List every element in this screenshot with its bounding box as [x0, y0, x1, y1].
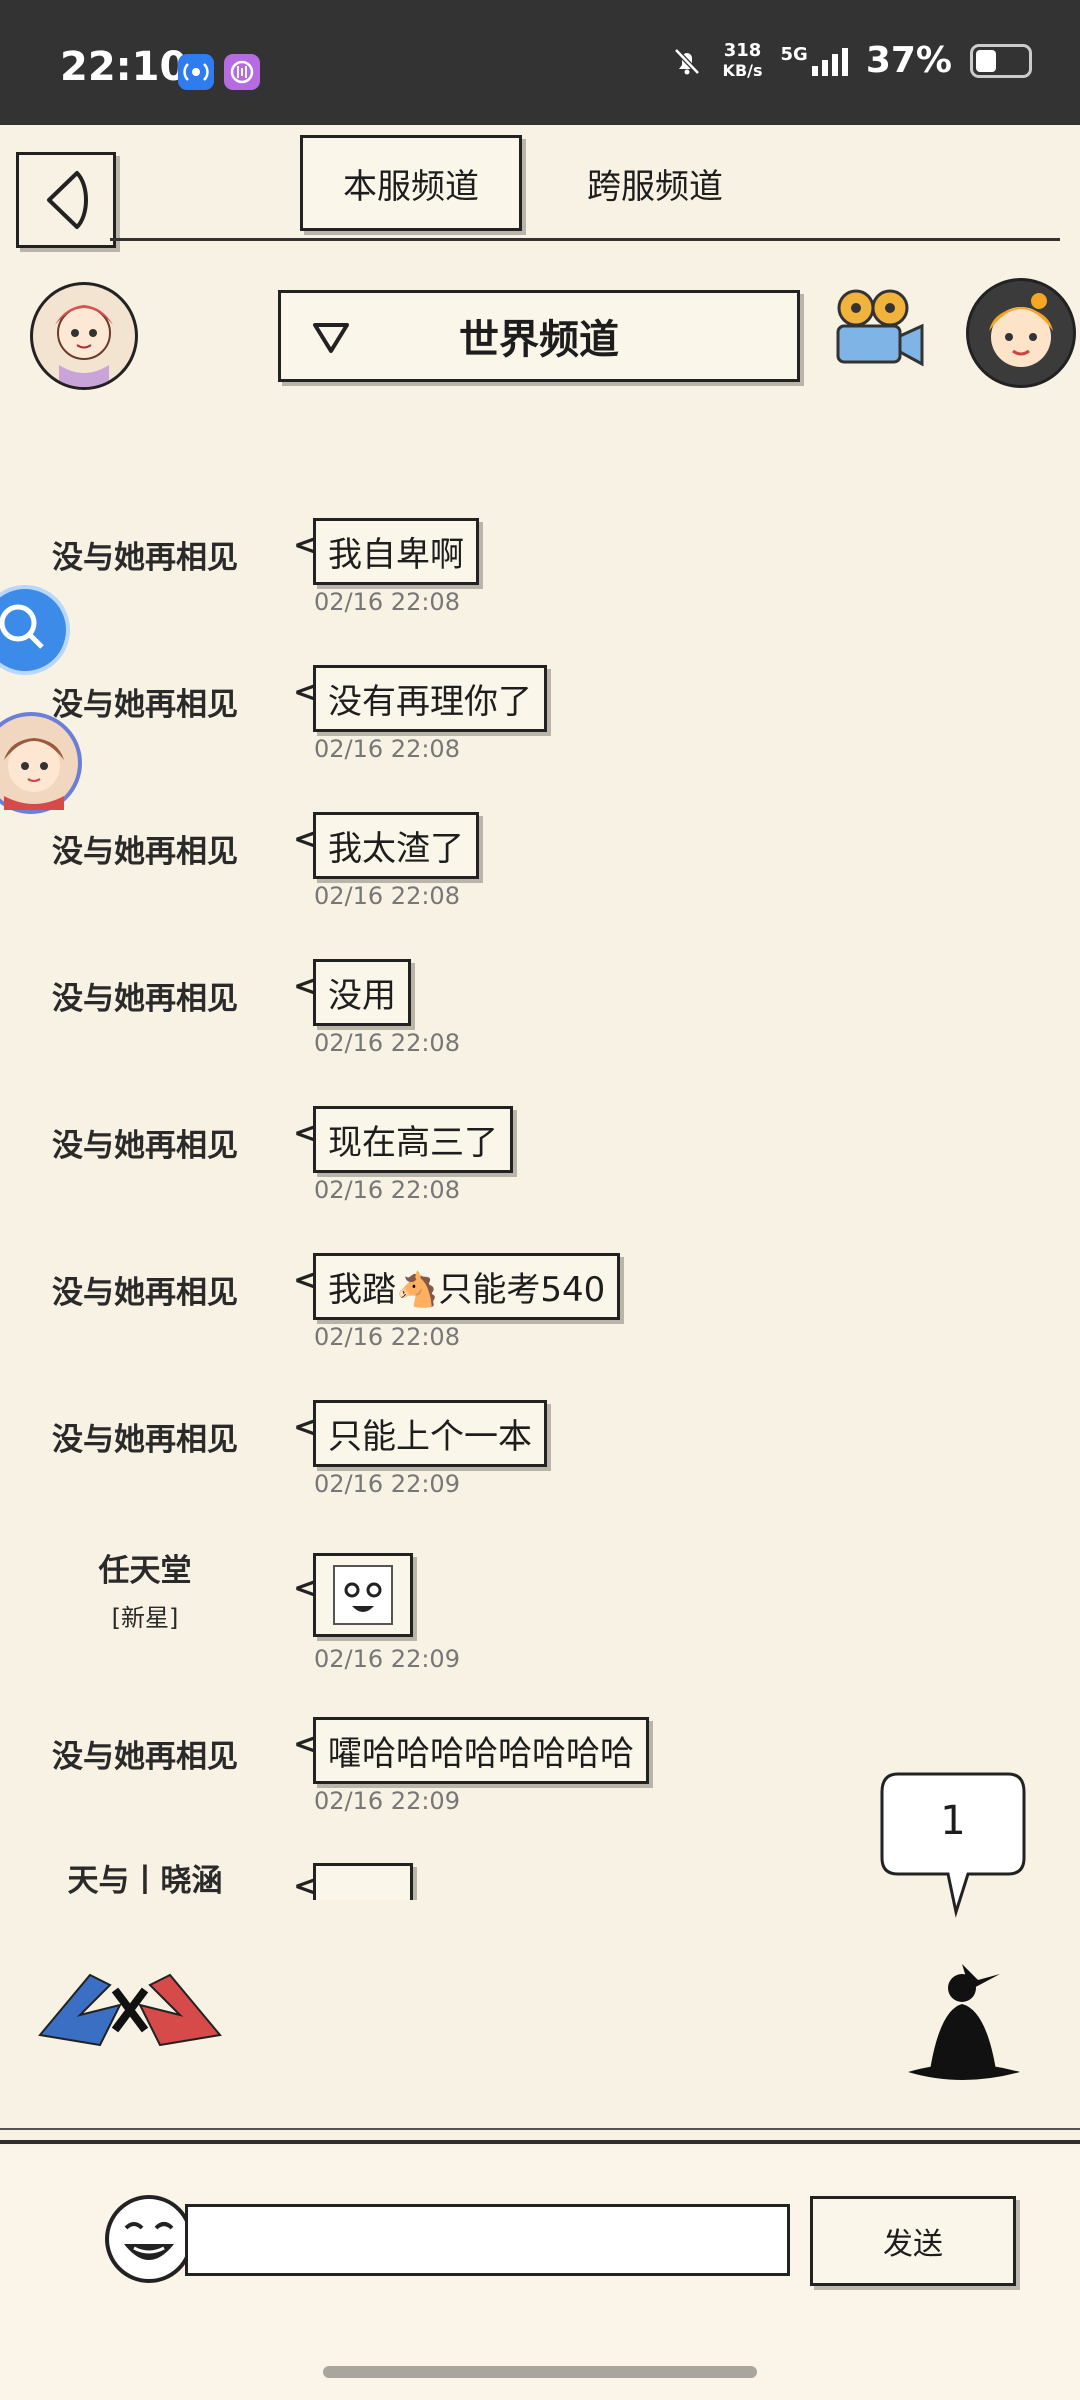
message-time: 02/16 22:08 — [314, 588, 460, 616]
pvp-battle-icon[interactable] — [30, 1955, 230, 2055]
channel-label: 世界频道 — [459, 317, 619, 363]
message-bubble[interactable]: 我踏🐴只能考540 — [313, 1253, 621, 1320]
header-divider — [110, 238, 1060, 241]
emoji-button[interactable] — [104, 2194, 194, 2284]
message-time: 02/16 22:08 — [314, 1029, 460, 1057]
search-icon — [0, 604, 44, 649]
chevron-left-icon — [47, 171, 88, 229]
laughing-face-icon — [105, 2195, 193, 2283]
assistant-avatar[interactable] — [966, 278, 1076, 388]
meditation-silhouette-icon[interactable] — [900, 1960, 1030, 2090]
message-username[interactable]: 任天堂 [新星] — [0, 1545, 290, 1633]
chat-message-list[interactable]: 没与她再相见 < 我自卑啊 02/16 22:08 没与她再相见 < 没有再理你… — [0, 480, 1080, 1900]
message-time: 02/16 22:08 — [314, 735, 460, 763]
message-username[interactable]: 没与她再相见 — [0, 532, 290, 577]
player-avatar[interactable] — [30, 282, 138, 390]
chat-input[interactable] — [185, 2204, 790, 2276]
network-type: 5G — [780, 43, 808, 65]
message-bubble[interactable]: 嚯哈哈哈哈哈哈哈哈 — [313, 1717, 649, 1784]
unread-count-bubble[interactable]: 1 — [878, 1770, 1028, 1920]
purple-app-icon — [224, 54, 260, 90]
message-time: 02/16 22:08 — [314, 1323, 460, 1351]
message-username[interactable]: 没与她再相见 — [0, 1731, 290, 1776]
message-username[interactable]: 天与丨晓涵 — [0, 1855, 290, 1900]
status-right-group: 318 KB/s 5G 37% — [669, 40, 1032, 81]
message-username[interactable]: 没与她再相见 — [0, 826, 290, 871]
silent-bell-icon — [673, 47, 700, 75]
floating-avatar-button[interactable] — [0, 712, 82, 814]
signal-icon — [811, 46, 848, 76]
message-username[interactable]: 没与她再相见 — [0, 1120, 290, 1165]
input-divider — [0, 2140, 1080, 2144]
message-time: 02/16 22:09 — [314, 1787, 460, 1815]
message-time: 02/16 22:09 — [314, 1645, 460, 1673]
floating-search-button[interactable] — [0, 585, 70, 675]
back-button[interactable] — [16, 152, 116, 248]
channel-dropdown[interactable]: 世界频道 — [278, 290, 800, 382]
message-username[interactable]: 没与她再相见 — [0, 1414, 290, 1459]
message-bubble[interactable]: 现在高三了 — [313, 1106, 513, 1173]
tab-cross-server[interactable]: 跨服频道 — [545, 135, 765, 231]
message-bubble[interactable]: 我自卑啊 — [313, 518, 479, 585]
input-divider-sketch — [0, 2128, 1080, 2130]
message-bubble[interactable]: 没用 — [313, 959, 411, 1026]
network-speed: 318 KB/s — [722, 39, 763, 80]
message-time: 02/16 22:08 — [314, 882, 460, 910]
battery-icon — [970, 43, 1032, 78]
face-sticker[interactable] — [313, 1553, 413, 1637]
message-bubble[interactable]: 没有再理你了 — [313, 665, 547, 732]
message-bubble[interactable]: 我太渣了 — [313, 812, 479, 879]
video-camera-icon[interactable] — [828, 286, 928, 372]
message-time: 02/16 22:09 — [314, 1470, 460, 1498]
home-indicator[interactable] — [323, 2366, 757, 2378]
message-username[interactable]: 没与她再相见 — [0, 1267, 290, 1312]
user-rank-tag: [新星] — [111, 1604, 179, 1632]
message-bubble[interactable]: 只能上个一本 — [313, 1400, 547, 1467]
message-time: 02/16 22:08 — [314, 1176, 460, 1204]
tab-local-server[interactable]: 本服频道 — [300, 135, 522, 231]
message-username[interactable]: 没与她再相见 — [0, 973, 290, 1018]
face-sticker[interactable] — [313, 1863, 413, 1900]
battery-percent: 37% — [865, 40, 952, 81]
status-time: 22:10 — [60, 44, 188, 90]
send-button[interactable]: 发送 — [810, 2196, 1016, 2286]
hotspot-app-icon — [178, 54, 214, 90]
unread-count: 1 — [940, 1798, 966, 1844]
status-bar: 22:10 318 KB/s 5G 37% — [0, 0, 1080, 125]
